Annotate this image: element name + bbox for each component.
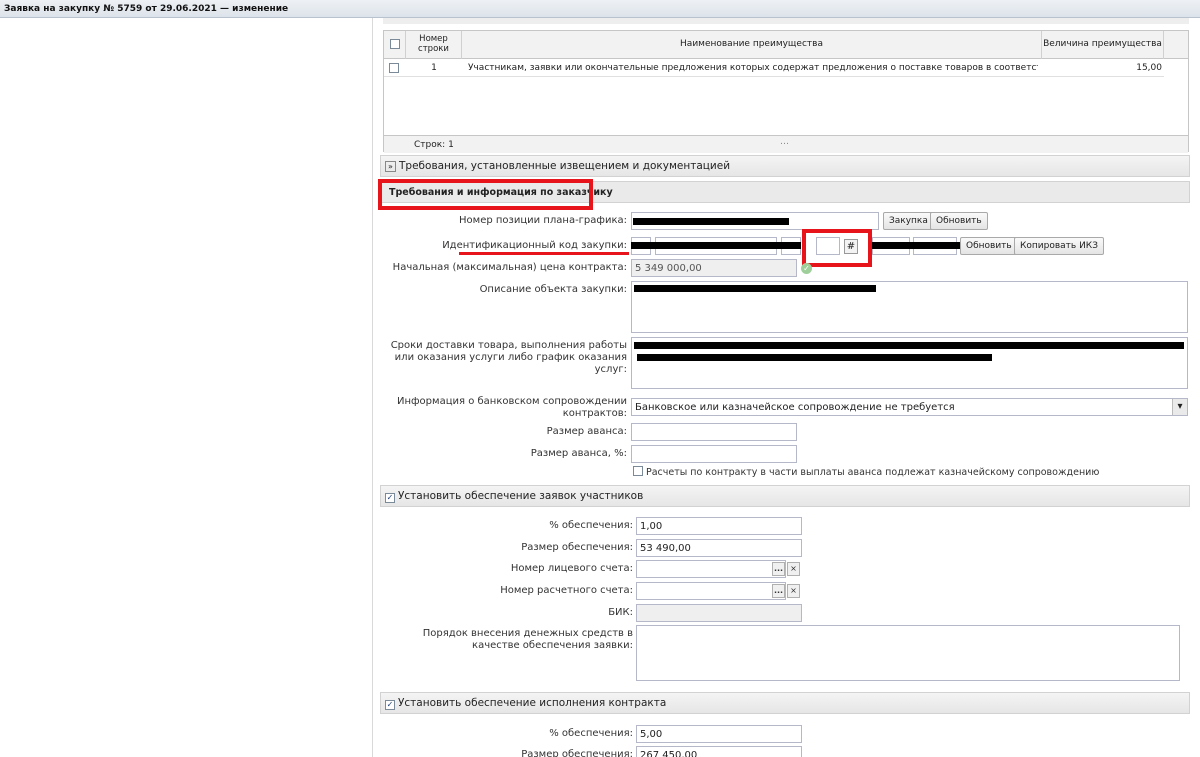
bid-security-checkbox[interactable]: ✓ [385, 493, 395, 503]
settlement-account-input[interactable] [636, 582, 786, 600]
contract-pct-label: % обеспечения: [549, 728, 633, 739]
grid-footer: Строк: 1 … [384, 135, 1188, 153]
nmck-label: Начальная (максимальная) цена контракта: [392, 262, 627, 273]
procedure-textarea[interactable] [636, 625, 1180, 681]
contract-pct-input[interactable]: 5,00 [636, 725, 802, 743]
contract-security-checkbox[interactable]: ✓ [385, 700, 395, 710]
bank-select[interactable]: Банковское или казначейское сопровождени… [631, 398, 1188, 416]
resize-handle[interactable]: … [780, 137, 789, 147]
highlight-box [802, 229, 872, 267]
ikz-label: Идентификационный код закупки: [442, 240, 627, 251]
object-label: Описание объекта закупки: [479, 284, 627, 295]
treasury-checkbox-label: Расчеты по контракту в части выплаты ава… [646, 467, 1100, 478]
row-number: 1 [431, 63, 437, 73]
advance-pct-label: Размер аванса, %: [530, 448, 627, 459]
bid-amount-label: Размер обеспечения: [521, 542, 633, 553]
col-value[interactable]: Величина преимущества [1042, 31, 1164, 59]
form-panel: Номер строки Наименование преимущества В… [374, 18, 1200, 757]
window-title: Заявка на закупку № 5759 от 29.06.2021 —… [0, 0, 1200, 18]
bid-amount-input[interactable]: 53 490,00 [636, 539, 802, 557]
left-panel [0, 18, 373, 757]
redaction [634, 285, 876, 292]
bid-pct-input[interactable]: 1,00 [636, 517, 802, 535]
redaction [634, 342, 1184, 349]
section-title: Требования, установленные извещением и д… [399, 160, 731, 172]
contract-amount-label: Размер обеспечения: [521, 749, 633, 757]
refresh-ikz-button[interactable]: Обновить [960, 237, 1018, 255]
preferences-grid: Номер строки Наименование преимущества В… [383, 30, 1189, 153]
terms-label: Сроки доставки товара, выполнения работы… [390, 340, 627, 375]
checkbox[interactable] [633, 466, 643, 476]
procedure-label: Порядок внесения денежных средств в каче… [422, 628, 633, 651]
underline-mark [459, 252, 629, 255]
redaction [872, 242, 960, 249]
treasury-checkbox[interactable]: Расчеты по контракту в части выплаты ава… [633, 466, 1099, 478]
highlight-box [378, 179, 593, 210]
bank-select-value: Банковское или казначейское сопровождени… [635, 402, 955, 413]
col-row-number[interactable]: Номер строки [406, 31, 462, 59]
section-title: Установить обеспечение исполнения контра… [398, 697, 667, 709]
bid-pct-label: % обеспечения: [549, 520, 633, 531]
refresh-plan-button[interactable]: Обновить [930, 212, 988, 230]
purchase-button[interactable]: Закупка [883, 212, 934, 230]
section-requirements-docs[interactable]: » Требования, установленные извещением и … [380, 155, 1190, 177]
redaction [633, 218, 789, 225]
table-row[interactable]: 1 Участникам, заявки или окончательные п… [384, 60, 1164, 77]
section-title: Установить обеспечение заявок участников [398, 490, 644, 502]
row-value: 15,00 [1136, 63, 1162, 73]
close-icon[interactable]: × [787, 584, 800, 598]
plan-position-label: Номер позиции плана-графика: [459, 215, 627, 226]
settlement-account-label: Номер расчетного счета: [500, 585, 633, 596]
select-all-checkbox-cell[interactable] [384, 31, 406, 59]
advance-label: Размер аванса: [546, 426, 627, 437]
row-name: Участникам, заявки или окончательные пре… [468, 63, 1038, 73]
ellipsis-icon[interactable]: ... [772, 584, 785, 598]
row-checkbox[interactable] [389, 63, 399, 73]
col-name[interactable]: Наименование преимущества [462, 31, 1042, 59]
section-contract-security[interactable]: ✓ Установить обеспечение исполнения контр… [380, 692, 1190, 714]
nmck-input: 5 349 000,00 [631, 259, 797, 277]
bank-label: Информация о банковском сопровождении ко… [396, 396, 627, 419]
personal-account-label: Номер лицевого счета: [510, 563, 633, 574]
advance-pct-input[interactable] [631, 445, 797, 463]
grid-header: Номер строки Наименование преимущества В… [384, 31, 1188, 59]
grid-toolbar [383, 18, 1189, 24]
bik-input [636, 604, 802, 622]
chevron-down-icon[interactable]: ▾ [1172, 399, 1187, 415]
redaction [637, 354, 992, 361]
personal-account-input[interactable] [636, 560, 786, 578]
advance-input[interactable] [631, 423, 797, 441]
bik-label: БИК: [608, 607, 633, 618]
contract-amount-input[interactable]: 267 450,00 [636, 746, 802, 757]
expand-icon[interactable]: » [385, 161, 396, 172]
ellipsis-icon[interactable]: ... [772, 562, 785, 576]
close-icon[interactable]: × [787, 562, 800, 576]
redaction [631, 242, 801, 249]
section-bid-security[interactable]: ✓ Установить обеспечение заявок участнико… [380, 485, 1190, 507]
check-icon: ✓ [801, 263, 812, 274]
rows-count: Строк: 1 [414, 140, 454, 150]
select-all-checkbox[interactable] [389, 39, 400, 49]
copy-ikz-button[interactable]: Копировать ИКЗ [1014, 237, 1104, 255]
